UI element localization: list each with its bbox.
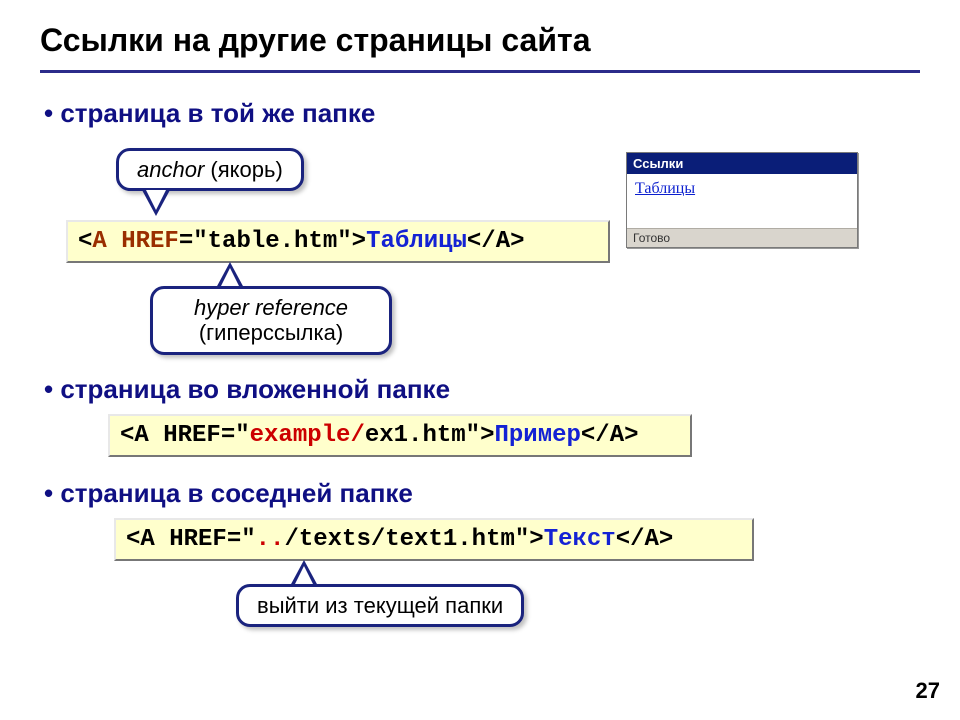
code2-text: Пример bbox=[494, 422, 580, 449]
bullet-3: страница в соседней папке bbox=[44, 478, 413, 509]
callout-anchor-em: anchor bbox=[137, 157, 204, 182]
codebox-2: <A HREF="example/ex1.htm">Пример</A> bbox=[108, 414, 692, 457]
code2-file: ex1.htm bbox=[365, 422, 466, 449]
code1-sp bbox=[107, 228, 121, 255]
callout-anchor-tail bbox=[142, 190, 170, 216]
code2-qgt: "> bbox=[466, 422, 495, 449]
browser-statusbar: Готово bbox=[627, 228, 857, 247]
callout-href: hyper reference (гиперссылка) bbox=[150, 286, 392, 355]
codebox-3: <A HREF="../texts/text1.htm">Текст</A> bbox=[114, 518, 754, 561]
code1-lt: < bbox=[78, 228, 92, 255]
callout-anchor: anchor (якорь) bbox=[116, 148, 304, 191]
code1-a: A bbox=[92, 228, 106, 255]
code3-open: <A HREF=" bbox=[126, 526, 256, 553]
callout-updir-text: выйти из текущей папки bbox=[257, 593, 503, 618]
callout-href-rest: (гиперссылка) bbox=[199, 320, 343, 345]
code1-gt: > bbox=[352, 228, 366, 255]
browser-mock: Ссылки Таблицы Готово bbox=[626, 152, 858, 248]
code2-open: <A HREF=" bbox=[120, 422, 250, 449]
browser-titlebar: Ссылки bbox=[627, 153, 857, 174]
page-number: 27 bbox=[916, 678, 940, 704]
title-rule bbox=[40, 70, 920, 73]
code3-close: </A> bbox=[616, 526, 674, 553]
codebox-1: <A HREF="table.htm">Таблицы</A> bbox=[66, 220, 610, 263]
callout-updir: выйти из текущей папки bbox=[236, 584, 524, 627]
browser-link[interactable]: Таблицы bbox=[635, 180, 695, 197]
code3-rest: /texts/text1.htm bbox=[284, 526, 514, 553]
bullet-1: страница в той же папке bbox=[44, 98, 375, 129]
code3-qgt: "> bbox=[515, 526, 544, 553]
code2-dir: example/ bbox=[250, 422, 365, 449]
code1-close: </A> bbox=[467, 228, 525, 255]
callout-updir-tail bbox=[290, 560, 318, 586]
browser-body: Таблицы bbox=[627, 174, 857, 228]
code3-text: Текст bbox=[544, 526, 616, 553]
callout-href-em: hyper reference bbox=[194, 295, 348, 320]
code2-close: </A> bbox=[581, 422, 639, 449]
code1-q2: " bbox=[337, 228, 351, 255]
code1-href: HREF bbox=[121, 228, 179, 255]
code1-text: Таблицы bbox=[366, 228, 467, 255]
page-title: Ссылки на другие страницы сайта bbox=[40, 22, 590, 59]
code1-file: table.htm bbox=[208, 228, 338, 255]
code3-dots: .. bbox=[256, 526, 285, 553]
callout-href-tail bbox=[216, 262, 244, 288]
code1-eq: =" bbox=[179, 228, 208, 255]
bullet-2: страница во вложенной папке bbox=[44, 374, 450, 405]
callout-anchor-rest: (якорь) bbox=[204, 157, 282, 182]
